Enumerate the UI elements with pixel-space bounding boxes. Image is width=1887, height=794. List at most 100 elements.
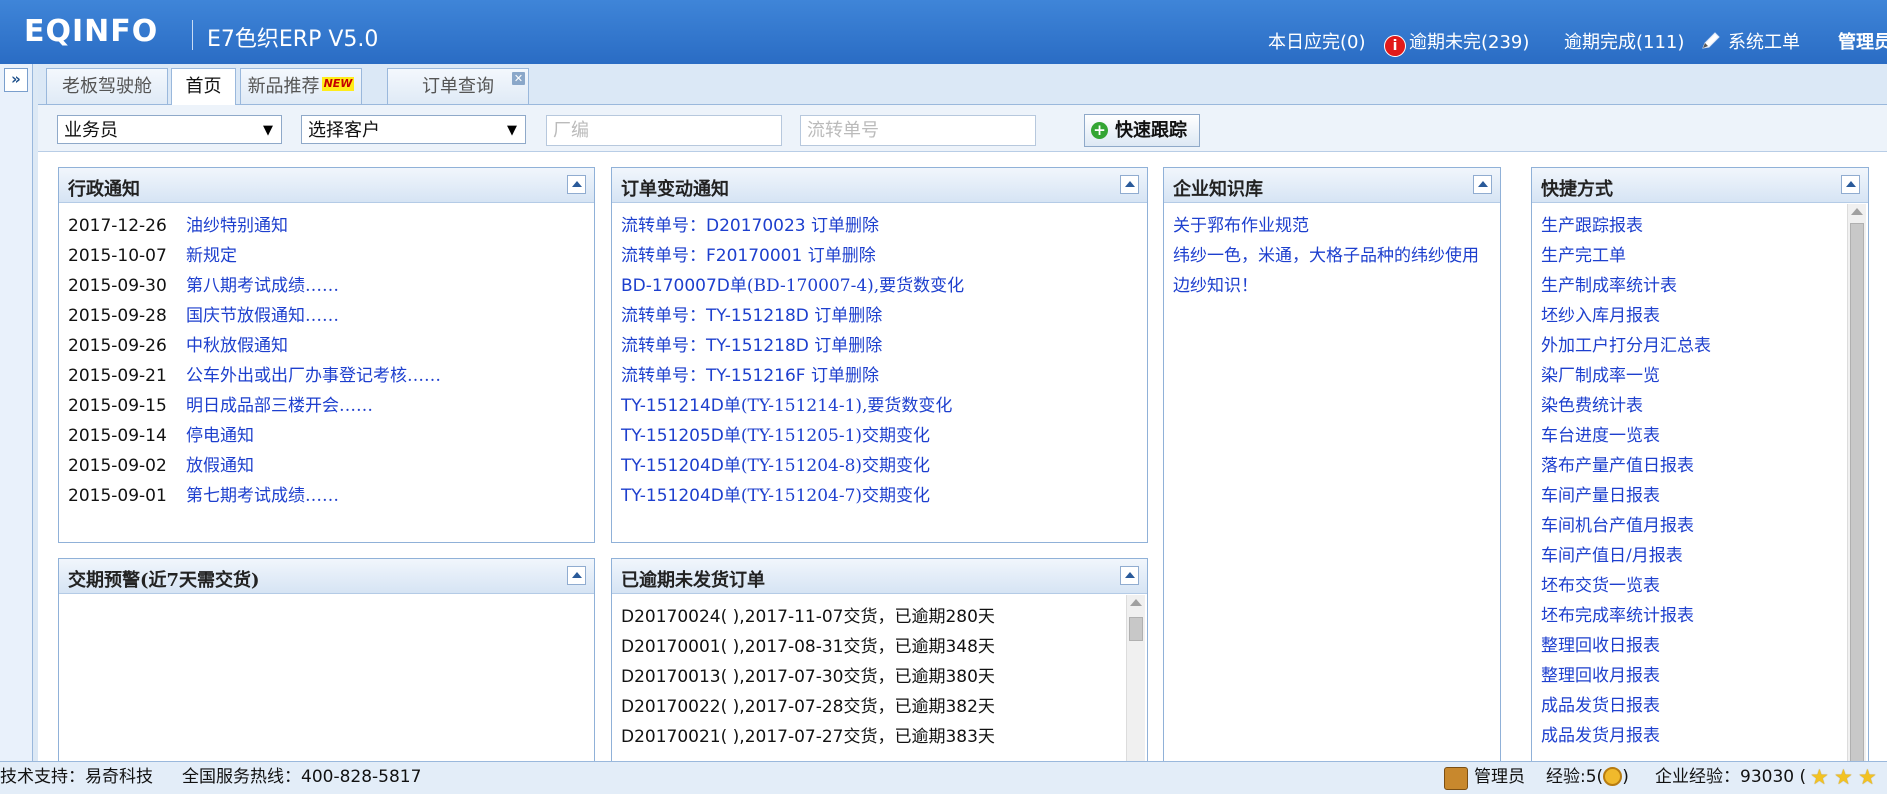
list-item: TY-151204D单(TY-151204-7)交期变化 [621,481,1147,511]
shortcut-link[interactable]: 生产完工单 [1541,246,1626,266]
shortcut-link[interactable]: 车间产量日报表 [1541,486,1660,506]
shortcut-link[interactable]: 坯布交货一览表 [1541,576,1660,596]
tab-home[interactable]: 首页 [171,68,236,105]
shortcut-link[interactable]: 车台进度一览表 [1541,426,1660,446]
shortcut-link[interactable]: 成品发货日报表 [1541,696,1660,716]
list-item: 染厂制成率一览 [1541,361,1868,391]
tab-new-products[interactable]: 新品推荐 NEW [240,68,362,104]
order-change-link[interactable]: TY-151204D单(TY-151204-7)交期变化 [621,486,930,506]
notice-link[interactable]: 油纱特别通知 [186,216,288,236]
shortcut-link[interactable]: 成品发货月报表 [1541,726,1660,746]
shortcut-link[interactable]: 生产制成率统计表 [1541,276,1677,296]
expand-sidebar-icon[interactable]: » [4,68,28,92]
shortcut-link[interactable]: 坯布完成率统计报表 [1541,606,1694,626]
left-sidebar-strip: » [0,64,33,761]
overdue-orders-scrollbar[interactable] [1126,595,1145,777]
knowledge-link[interactable]: 关于郛布作业规范 [1173,216,1309,236]
shortcut-link[interactable]: 生产跟踪报表 [1541,216,1643,236]
scroll-up-icon[interactable] [1851,208,1863,215]
collapse-icon[interactable] [1841,175,1860,194]
collapse-icon[interactable] [1120,566,1139,585]
status-footer: 技术支持：易奇科技 全国服务热线：400-828-5817 管理员 经验:5()… [0,761,1887,794]
order-change-link[interactable]: 流转单号：F20170001 订单删除 [621,246,876,266]
order-change-code: TY-151214D [621,396,724,416]
knowledge-link[interactable]: 边纱知识！ [1173,276,1258,296]
knowledge-link[interactable]: 纬纱一色，米通，大格子品种的纬纱使用 [1173,246,1479,266]
close-icon[interactable]: ✕ [512,72,525,85]
shortcut-link[interactable]: 落布产量产值日报表 [1541,456,1694,476]
notice-link[interactable]: 第八期考试成绩…… [186,276,339,296]
order-change-prefix: 流转单号： [621,216,706,236]
order-change-suffix: 订单删除 [808,336,883,356]
experience-close: ) [1622,767,1629,787]
collapse-icon[interactable] [1473,175,1492,194]
order-change-prefix: 流转单号： [621,336,706,356]
notice-link[interactable]: 国庆节放假通知…… [186,306,339,326]
shortcut-link[interactable]: 车间机台产值月报表 [1541,516,1694,536]
scroll-thumb[interactable] [1129,617,1143,641]
tab-boss-cockpit[interactable]: 老板驾驶舱 [46,68,168,104]
list-item: 2015-09-28 国庆节放假通知…… [68,301,594,331]
order-change-link[interactable]: BD-170007D单(BD-170007-4),要货数变化 [621,276,964,296]
flow-number-input[interactable] [800,115,1036,146]
collapse-icon[interactable] [1120,175,1139,194]
shortcut-link[interactable]: 外加工户打分月汇总表 [1541,336,1711,356]
list-item: 车间产值日/月报表 [1541,541,1868,571]
notice-link[interactable]: 公车外出或出厂办事登记考核…… [186,366,441,386]
list-item: TY-151205D单(TY-151205-1)交期变化 [621,421,1147,451]
customer-select[interactable]: 选择客户 ▼ [301,115,526,144]
notice-date: 2015-10-07 [68,246,167,266]
order-change-link[interactable]: 流转单号：TY-151216F 订单删除 [621,366,879,386]
admin-notice-panel: 行政通知 2017-12-26 油纱特别通知 2015-10-07 新规定 2015… [58,167,595,543]
order-change-link[interactable]: TY-151214D单(TY-151214-1),要货数变化 [621,396,952,416]
admin-link[interactable]: 管理员 [1838,28,1887,54]
factory-code-input[interactable] [546,115,782,146]
notice-link[interactable]: 放假通知 [186,456,254,476]
order-change-prefix: 流转单号： [621,306,706,326]
order-change-suffix: 订单删除 [805,366,879,386]
salesman-select[interactable]: 业务员 ▼ [57,115,282,144]
scroll-up-icon[interactable] [1130,599,1142,606]
system-ticket-link[interactable]: 系统工单 [1700,28,1800,54]
order-change-link[interactable]: 流转单号：TY-151218D 订单删除 [621,306,882,326]
footer-user[interactable]: 管理员 [1474,762,1525,793]
today-due-link[interactable]: 本日应完(0) [1268,28,1366,54]
shortcut-link[interactable]: 整理回收日报表 [1541,636,1660,656]
collapse-icon[interactable] [567,566,586,585]
star-icon: ★ [1858,765,1877,789]
notice-link[interactable]: 第七期考试成绩…… [186,486,339,506]
shortcut-link[interactable]: 整理回收月报表 [1541,666,1660,686]
panel-title: 企业知识库 [1173,179,1263,200]
tab-order-query[interactable]: 订单查询 ✕ [387,68,529,104]
order-change-link[interactable]: TY-151205D单(TY-151205-1)交期变化 [621,426,930,446]
dropdown-arrow-icon: ▼ [507,123,517,138]
notice-link[interactable]: 新规定 [186,246,237,266]
delivery-warning-panel: 交期预警(近7天需交货) [58,558,595,778]
list-item: 坯布交货一览表 [1541,571,1868,601]
order-change-link[interactable]: 流转单号：D20170023 订单删除 [621,216,879,236]
notice-link[interactable]: 停电通知 [186,426,254,446]
collapse-icon[interactable] [567,175,586,194]
customer-select-value: 选择客户 [308,120,380,141]
overdue-unfinished-link[interactable]: i 逾期未完(239) [1384,28,1529,57]
shortcut-link[interactable]: 染厂制成率一览 [1541,366,1660,386]
list-item: 2015-09-01 第七期考试成绩…… [68,481,594,511]
quick-track-button[interactable]: + 快速跟踪 [1084,114,1200,147]
panel-title: 交期预警(近7天需交货) [68,570,260,591]
shortcut-link[interactable]: 坯纱入库月报表 [1541,306,1660,326]
list-item: 生产完工单 [1541,241,1868,271]
list-item: 2015-09-02 放假通知 [68,451,594,481]
notice-link[interactable]: 明日成品部三楼开会…… [186,396,373,416]
overdue-completed-link[interactable]: 逾期完成(111) [1564,28,1684,54]
warning-icon: i [1384,35,1406,57]
list-item: BD-170007D单(BD-170007-4),要货数变化 [621,271,1147,301]
list-item: D20170024( ),2017-11-07交货，已逾期280天 [621,607,995,627]
scroll-thumb[interactable] [1850,223,1864,766]
shortcuts-scrollbar[interactable] [1847,204,1866,766]
notice-date: 2015-09-30 [68,276,167,296]
notice-link[interactable]: 中秋放假通知 [186,336,288,356]
order-change-link[interactable]: TY-151204D单(TY-151204-8)交期变化 [621,456,930,476]
order-change-link[interactable]: 流转单号：TY-151218D 订单删除 [621,336,882,356]
shortcut-link[interactable]: 车间产值日/月报表 [1541,546,1683,566]
shortcut-link[interactable]: 染色费统计表 [1541,396,1643,416]
